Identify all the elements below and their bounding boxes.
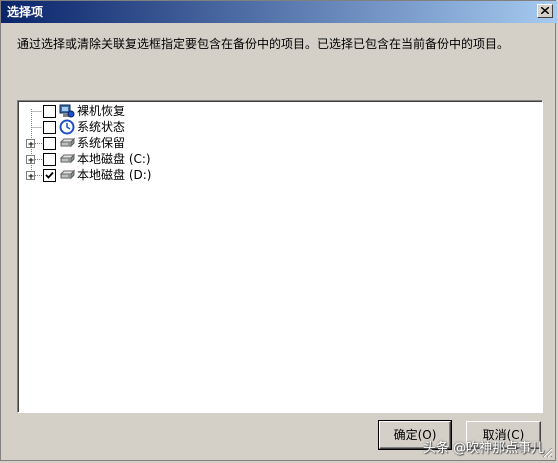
- tree-item-system-state[interactable]: 系统状态: [18, 119, 218, 135]
- local-disk-c-checkbox[interactable]: [43, 153, 56, 166]
- tree-item-system-reserved[interactable]: 系统保留: [18, 135, 218, 151]
- tree-item-label: 本地磁盘 (C:): [77, 152, 151, 166]
- expand-button[interactable]: [26, 155, 35, 164]
- close-button[interactable]: [537, 4, 553, 18]
- window-title: 选择项: [7, 5, 44, 19]
- checkmark-icon: [45, 171, 54, 179]
- watermark-text: 头条 @吹神那点事儿: [423, 441, 545, 456]
- plus-icon: [28, 142, 34, 147]
- system-reserved-checkbox[interactable]: [43, 137, 56, 150]
- system-state-checkbox[interactable]: [43, 121, 56, 134]
- plus-icon: [28, 174, 34, 179]
- resize-grip-icon[interactable]: [541, 446, 553, 458]
- drive-icon: [59, 153, 75, 164]
- tree-item-local-disk-d[interactable]: 本地磁盘 (D:): [18, 167, 218, 183]
- tree-item-local-disk-c[interactable]: 本地磁盘 (C:): [18, 151, 218, 167]
- close-icon: [541, 7, 549, 14]
- bare-metal-recovery-icon: [59, 104, 75, 118]
- instruction-text: 通过选择或清除关联复选框指定要包含在备份中的项目。已选择已包含在当前备份中的项目…: [17, 37, 510, 51]
- plus-icon: [28, 158, 34, 163]
- local-disk-d-checkbox[interactable]: [43, 169, 56, 182]
- drive-icon: [59, 169, 75, 180]
- tree-item-label: 本地磁盘 (D:): [77, 168, 152, 182]
- backup-items-tree[interactable]: 裸机恢复 系统状态 系统保留 本地磁盘 (C:) 本地磁盘 (D:): [17, 100, 543, 413]
- expand-button[interactable]: [26, 139, 35, 148]
- system-state-icon: [59, 119, 75, 135]
- selection-dialog: 选择项 通过选择或清除关联复选框指定要包含在备份中的项目。已选择已包含在当前备份…: [0, 0, 557, 461]
- tree-item-bare-metal-recovery[interactable]: 裸机恢复: [18, 103, 218, 119]
- title-bar[interactable]: 选择项: [1, 1, 557, 23]
- tree-item-label: 裸机恢复: [77, 104, 126, 118]
- bare-metal-recovery-checkbox[interactable]: [43, 105, 56, 118]
- drive-icon: [59, 137, 75, 148]
- tree-item-label: 系统保留: [77, 136, 126, 150]
- tree-item-label: 系统状态: [77, 120, 126, 134]
- expand-button[interactable]: [26, 171, 35, 180]
